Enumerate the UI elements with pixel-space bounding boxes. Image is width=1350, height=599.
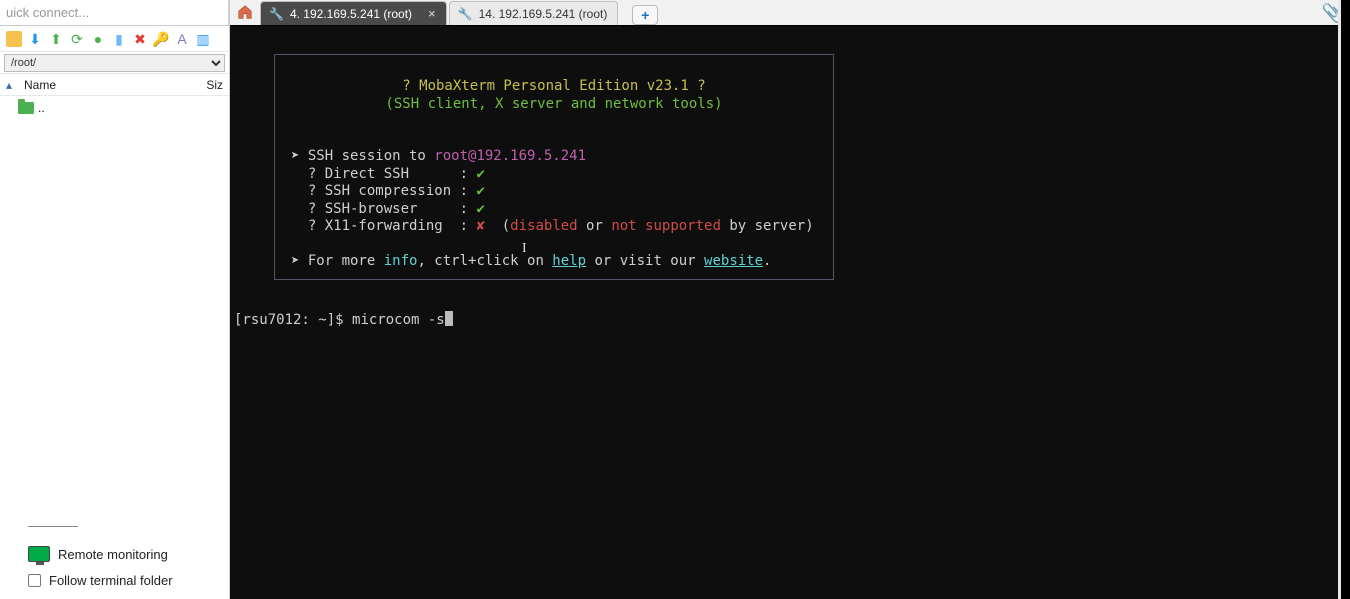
delete-icon[interactable]: ✖: [132, 31, 148, 47]
main-area: 🔧 4. 192.169.5.241 (root) × 🔧 14. 192.16…: [230, 0, 1350, 599]
divider: [28, 526, 78, 527]
x11-notsup: not supported: [611, 218, 721, 234]
prompt-command: microcom -s: [352, 312, 445, 328]
ssh-compression-row: ? SSH compression :: [308, 183, 477, 199]
terminal[interactable]: ? MobaXterm Personal Edition v23.1 ? (SS…: [230, 26, 1350, 599]
text-cursor-ibeam: I: [522, 240, 523, 256]
refresh-icon[interactable]: ⟳: [69, 31, 85, 47]
prompt-ps1: [rsu7012: ~]$: [234, 312, 352, 328]
key-icon[interactable]: 🔑: [153, 31, 169, 47]
banner-title: ? MobaXterm Personal Edition v23.1 ?: [402, 78, 705, 94]
ssh-browser-row: ? SSH-browser :: [308, 201, 477, 217]
website-link[interactable]: website: [704, 253, 763, 269]
parent-dir-label: ..: [38, 101, 45, 115]
tab-label: 14. 192.169.5.241 (root): [479, 7, 608, 21]
monitor-icon: [28, 546, 50, 562]
session-prefix: SSH session to: [308, 148, 434, 164]
list-icon[interactable]: ▥: [195, 31, 211, 47]
tab-label: 4. 192.169.5.241 (root): [290, 7, 412, 21]
download-icon[interactable]: ⬇: [27, 31, 43, 47]
folder-icon[interactable]: [6, 31, 22, 47]
new-tab-button[interactable]: +: [632, 5, 658, 25]
path-select[interactable]: /root/: [4, 54, 225, 72]
text-icon[interactable]: A: [174, 31, 190, 47]
welcome-banner: ? MobaXterm Personal Edition v23.1 ? (SS…: [274, 54, 834, 280]
direct-ssh-row: ? Direct SSH :: [308, 166, 477, 182]
tab-inactive[interactable]: 🔧 14. 192.169.5.241 (root): [449, 1, 619, 25]
x11-row: ? X11-forwarding :: [308, 218, 477, 234]
sftp-sidebar: uick connect... ⬇ ⬆ ⟳ ● ▮ ✖ 🔑 A ▥ /root/…: [0, 0, 230, 599]
tab-active[interactable]: 🔧 4. 192.169.5.241 (root) ×: [260, 1, 447, 25]
sftp-toolbar: ⬇ ⬆ ⟳ ● ▮ ✖ 🔑 A ▥: [0, 26, 229, 52]
follow-terminal-row[interactable]: Follow terminal folder: [10, 567, 219, 593]
sidebar-footer: Remote monitoring Follow terminal folder: [0, 518, 229, 599]
close-icon[interactable]: ×: [428, 6, 436, 21]
checkbox-icon[interactable]: [28, 574, 41, 587]
file-list[interactable]: ..: [0, 96, 229, 518]
cursor: [445, 311, 453, 326]
tab-bar: 🔧 4. 192.169.5.241 (root) × 🔧 14. 192.16…: [230, 0, 1350, 26]
x11-disabled: disabled: [510, 218, 577, 234]
sort-arrow-icon[interactable]: ▴: [6, 78, 24, 92]
column-name[interactable]: Name: [24, 78, 193, 92]
file-list-header: ▴ Name Siz: [0, 74, 229, 96]
home-icon: [236, 3, 254, 21]
info-word: info: [384, 253, 418, 269]
remote-monitoring-row[interactable]: Remote monitoring: [10, 541, 219, 567]
terminal-icon: 🔧: [458, 7, 473, 21]
banner-subtitle: (SSH client, X server and network tools): [385, 96, 722, 112]
upload-icon[interactable]: ⬆: [48, 31, 64, 47]
help-link[interactable]: help: [552, 253, 586, 269]
column-size[interactable]: Siz: [193, 78, 223, 92]
session-target: root@192.169.5.241: [434, 148, 586, 164]
terminal-icon: 🔧: [269, 7, 284, 21]
home-tab[interactable]: [230, 0, 260, 25]
right-edge: [1338, 0, 1350, 599]
parent-dir-row[interactable]: ..: [6, 98, 223, 118]
folder-up-icon: [18, 102, 34, 114]
quick-connect-input[interactable]: uick connect...: [0, 0, 229, 26]
new-folder-icon[interactable]: ●: [90, 31, 106, 47]
new-file-icon[interactable]: ▮: [111, 31, 127, 47]
remote-monitoring-label: Remote monitoring: [58, 547, 168, 562]
follow-terminal-label: Follow terminal folder: [49, 573, 173, 588]
